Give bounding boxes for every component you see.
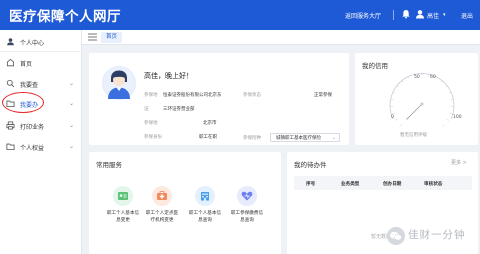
credit-caption: 暂无信用评级 (400, 133, 427, 138)
watermark-text: 佳财一分钟 (408, 229, 466, 241)
print-icon (6, 121, 15, 130)
sidebar-item-query[interactable]: 我要查 ⌄ (0, 75, 82, 93)
chevron-down-icon: ⌄ (331, 135, 336, 141)
gauge-tick (392, 91, 396, 94)
tab-home[interactable]: 首页 (101, 32, 123, 43)
chevron-down-icon: ⌄ (69, 100, 75, 107)
sidebar-item-label: 我要查 (20, 82, 39, 89)
user-circle-icon (7, 38, 14, 46)
credit-title: 我的信用 (362, 62, 388, 70)
gauge-needle (406, 103, 423, 120)
service-label-line2: 息查询 (198, 218, 212, 223)
gauge-tick (442, 124, 445, 127)
gauge-tick (449, 112, 453, 114)
column-header: 审核状态 (424, 182, 443, 187)
gauge-tick (399, 124, 402, 127)
identity-value: 职工在职 (199, 135, 217, 140)
user-name[interactable]: 高佳 (427, 11, 439, 20)
insured-status-value: 正常参保 (314, 93, 332, 98)
gauge-tick (391, 112, 395, 114)
column-header: 业务类型 (341, 182, 360, 187)
sidebar-item-print[interactable]: 打印业务 ⌄ (0, 117, 82, 135)
insured-status-label: 参保状态 (243, 93, 261, 98)
service-label-line2: 疗机构变更 (150, 218, 174, 223)
service-item-basic-info-query[interactable] (195, 186, 215, 206)
highlight-circle (2, 92, 44, 113)
sidebar-item-label: 打印业务 (20, 124, 45, 131)
service-item-payment-info-query[interactable] (237, 186, 257, 206)
chevron-down-icon[interactable]: ▾ (443, 12, 446, 18)
gauge-tick (395, 118, 398, 121)
top-header: 医疗保障个人网厅 返回服务大厅 高佳 ▾ 退出 (0, 0, 480, 30)
service-label: 职工个人基本信 息变更 (102, 210, 144, 224)
heart-icon (241, 191, 253, 201)
greeting-text: 高佳，晚上好！ (144, 72, 193, 80)
service-item-medical-institution-change[interactable] (152, 186, 172, 206)
id-card-icon (118, 192, 128, 200)
search-icon (6, 79, 15, 88)
gauge-tick (448, 91, 452, 94)
chevron-down-icon: ⌄ (69, 143, 75, 150)
insurance-type-value: 城镇职工基本医疗保险 (276, 136, 321, 141)
column-header: 序号 (306, 182, 316, 187)
chevron-down-icon: ⌄ (69, 122, 75, 129)
sidebar-item-label: 首页 (20, 61, 33, 68)
service-item-basic-info-change[interactable] (113, 186, 133, 206)
service-label: 职工个人定点医 疗机构变更 (141, 210, 183, 224)
building-icon (201, 192, 209, 201)
company-value: 三环证券营业部 (163, 107, 195, 112)
gauge-mid-left-label: 50 (414, 75, 420, 80)
sidebar-item-label: 个人权益 (20, 145, 45, 152)
service-label-line2: 息变更 (116, 218, 130, 223)
gauge-min-label: 0 (391, 115, 394, 120)
more-link[interactable]: 更多 > (451, 159, 467, 166)
services-title: 常用服务 (96, 161, 122, 169)
sidebar-divider (0, 51, 82, 52)
avatar (102, 66, 136, 100)
medical-kit-icon (157, 191, 167, 200)
menu-icon[interactable] (88, 33, 97, 41)
insured-place-value: 恒泰证券股份有限公司北京东 (163, 93, 222, 98)
gauge-tick (446, 118, 449, 121)
column-header: 创办日期 (383, 182, 402, 187)
service-label-line1: 职工个人基本信 (188, 211, 222, 216)
home-icon (6, 58, 15, 67)
service-label: 职工参保缴费信 息查询 (226, 210, 268, 224)
insured-place-label: 参保地 (144, 93, 158, 98)
tab-bar: 首页 (82, 30, 480, 45)
insured-region-label: 参保地 (144, 121, 158, 126)
identity-label: 参保身份 (144, 135, 162, 140)
service-label-line1: 职工个人基本信 (106, 211, 140, 216)
service-label: 职工个人基本信 息查询 (184, 210, 226, 224)
folder-icon (6, 143, 15, 151)
todo-title: 我的待办件 (294, 161, 327, 169)
sidebar-item-rights[interactable]: 个人权益 ⌄ (0, 138, 82, 156)
gauge-max-label: 100 (453, 115, 462, 120)
wechat-logo (387, 227, 405, 245)
app-title: 医疗保障个人网厅 (9, 9, 121, 25)
credit-gauge (389, 72, 455, 127)
user-icon (416, 10, 424, 19)
return-hall-link[interactable]: 返回服务大厅 (345, 11, 381, 20)
sidebar-item-label: 个人中心 (20, 40, 45, 47)
gauge-mid-right-label: 60 (430, 75, 436, 80)
insurance-type-label: 参保险种 (243, 136, 261, 141)
service-label-line2: 息查询 (240, 218, 254, 223)
sidebar-item-home[interactable]: 首页 (0, 54, 82, 72)
insured-region-value: 北京市 (203, 121, 217, 126)
sidebar-item-personal-center[interactable]: 个人中心 (0, 33, 82, 51)
header-divider (393, 10, 394, 20)
logout-button[interactable]: 退出 (461, 11, 473, 20)
company-label: 证 (144, 107, 149, 112)
bell-icon[interactable] (401, 9, 411, 19)
service-label-line1: 职工个人定点医 (145, 211, 179, 216)
service-label-line1: 职工参保缴费信 (230, 211, 264, 216)
chevron-down-icon: ⌄ (69, 80, 75, 87)
